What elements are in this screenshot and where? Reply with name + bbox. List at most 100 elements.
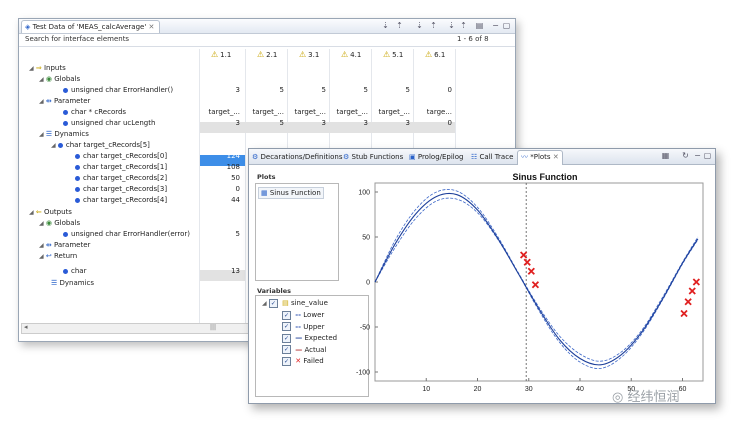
close-icon[interactable]: ✕ [149,23,155,31]
collapse-icon[interactable]: ◢ [51,142,56,149]
cell-value[interactable]: target_... [372,107,410,118]
plot-tab-bar: ⚙ Decarations/Definitions ⚙ Stub Functio… [249,149,715,165]
cell-value[interactable]: 108 [200,162,240,173]
collapse-icon[interactable]: ◢ [39,242,44,249]
minimize-icon[interactable]: − [693,151,702,160]
variables-header: Variables [257,287,292,295]
table-row[interactable]: ◢ ◉ Globals [19,74,515,85]
horizontal-scrollbar[interactable]: ◂ ||| [21,323,253,334]
globals-icon: ◉ [45,75,52,83]
search-input[interactable]: Search for interface elements [25,35,129,43]
return-icon: ↩ [45,252,52,260]
variable-item-actual[interactable]: ✓ — Actual [282,345,326,355]
collapse-icon[interactable]: ⇣ [447,21,456,30]
cell-value[interactable]: 0 [200,184,240,195]
tab-prolog-epilog[interactable]: ▣ Prolog/Epilog [409,151,463,163]
cell-value[interactable]: 3 [200,118,240,129]
checkbox[interactable]: ✓ [282,345,291,354]
cell-value[interactable]: 13 [200,266,240,277]
column-header[interactable]: ⚠ 4.1 [341,49,361,61]
settings-icon[interactable]: ▦ [661,151,670,160]
move-up-icon[interactable]: ⇡ [429,21,438,30]
scroll-thumb-grip-icon[interactable]: ||| [210,324,216,331]
variable-item-failed[interactable]: ✓ ✕ Failed [282,356,324,366]
collapse-icon[interactable]: ◢ [39,253,44,260]
cell-value[interactable]: 5 [330,85,368,96]
cell-value[interactable]: 0 [414,85,452,96]
expand-icon[interactable]: ⇡ [459,21,468,30]
cell-value[interactable]: 3 [288,118,326,129]
refresh-icon[interactable]: ↻ [681,151,690,160]
test-data-tab[interactable]: ◈ Test Data of 'MEAS_calcAverage' ✕ [21,20,161,33]
variable-icon [63,231,68,237]
table-row[interactable]: ◢ ☰ Dynamics [19,129,515,140]
column-header[interactable]: ⚠ 2.1 [257,49,277,61]
cell-value[interactable]: 50 [200,173,240,184]
plot-item[interactable]: ▦ Sinus Function [258,187,324,199]
scroll-left-icon[interactable]: ◂ [24,323,28,331]
collapse-icon[interactable]: ◢ [39,131,44,138]
cell-value[interactable]: target_... [200,107,240,118]
variable-item-expected[interactable]: ✓ — Expected [282,333,337,343]
cell-value[interactable]: 0 [414,118,452,129]
cell-value[interactable]: 5 [246,85,284,96]
row-label: char [71,267,87,275]
minimize-icon[interactable]: − [491,21,500,30]
table-row[interactable]: char * cRecords target_... target_... ta… [19,107,515,118]
column-header[interactable]: ⚠ 6.1 [425,49,445,61]
import-icon[interactable]: ⇣ [381,21,390,30]
checkbox[interactable]: ✓ [268,298,278,308]
tab-declarations[interactable]: ⚙ Decarations/Definitions [252,151,342,163]
cell-value[interactable]: 3 [372,118,410,129]
table-row[interactable]: unsigned char ErrorHandler() 3 5 5 5 5 0 [19,85,515,96]
cell-value[interactable]: 5 [372,85,410,96]
maximize-icon[interactable]: ▢ [502,21,511,30]
collapse-icon[interactable]: ◢ [29,209,34,216]
cell-value[interactable]: 124 [200,151,240,162]
checkbox[interactable]: ✓ [282,310,291,320]
collapse-icon[interactable]: ◢ [39,76,44,83]
maximize-icon[interactable]: ▢ [703,151,712,160]
cell-value[interactable]: 3 [200,85,240,96]
checkbox[interactable]: ✓ [282,333,291,343]
call-trace-icon: ☷ [471,153,478,161]
cell-value[interactable]: target_... [330,107,368,118]
column-header[interactable]: ⚠ 1.1 [211,49,231,61]
cell-value[interactable]: target_... [246,107,284,118]
tab-stub-functions[interactable]: ⚙ Stub Functions [343,151,403,163]
tab-call-trace[interactable]: ☷ Call Trace [471,151,513,163]
cell-value[interactable]: 5 [288,85,326,96]
checkbox[interactable]: ✓ [282,322,291,331]
variable-icon [63,268,68,274]
row-label: Return [53,252,78,260]
variable-item-lower[interactable]: ✓ -- Lower [282,310,324,320]
test-data-titlebar: ◈ Test Data of 'MEAS_calcAverage' ✕ ⇣ ⇡ … [19,19,515,34]
cell-value[interactable]: 44 [200,195,240,206]
column-header[interactable]: ⚠ 5.1 [383,49,403,61]
row-label: char target_cRecords[2] [83,174,168,182]
checkbox[interactable]: ✓ [282,356,291,366]
tab-plots[interactable]: 〰 *Plots ✕ [517,150,563,165]
test-data-tab-title: Test Data of 'MEAS_calcAverage' [32,23,147,31]
table-row[interactable]: ◢ ⇒ Inputs [19,63,515,74]
cell-value[interactable]: 5 [246,118,284,129]
collapse-icon[interactable]: ◢ [29,65,34,72]
close-icon[interactable]: ✕ [553,153,559,161]
cell-value[interactable]: targe... [414,107,452,118]
column-header[interactable]: ⚠ 3.1 [299,49,319,61]
variable-tree-item[interactable]: ◢ ✓ ▤ sine_value [262,298,328,309]
export-icon[interactable]: ⇡ [395,21,404,30]
y-tick-label: 0 [366,280,370,287]
cell-value[interactable]: target_... [288,107,326,118]
variable-item-upper[interactable]: ✓ -- Upper [282,322,324,332]
collapse-icon[interactable]: ◢ [262,300,267,307]
table-row[interactable]: unsigned char ucLength 3 5 3 3 3 0 [19,118,515,129]
cell-value[interactable]: 5 [200,229,240,240]
collapse-icon[interactable]: ◢ [39,220,44,227]
variable-icon [75,164,80,170]
cell-value[interactable]: 3 [330,118,368,129]
move-down-icon[interactable]: ⇣ [415,21,424,30]
collapse-icon[interactable]: ◢ [39,98,44,105]
view-menu-icon[interactable]: ▤ [475,21,484,30]
table-row[interactable]: ◢ ⇹ Parameter [19,96,515,107]
